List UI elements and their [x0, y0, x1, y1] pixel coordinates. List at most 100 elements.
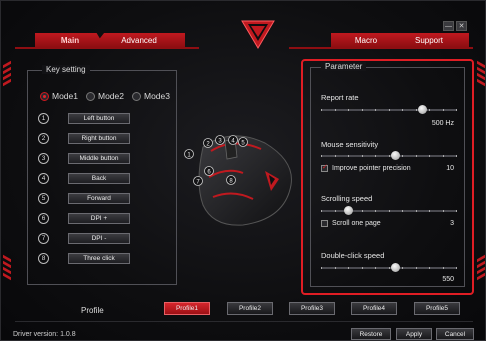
mode2-radio[interactable]: Mode2: [86, 91, 124, 101]
mouse-sensitivity-label: Mouse sensitivity: [321, 140, 379, 149]
slider-tick: [375, 267, 376, 269]
key-button-back[interactable]: Back: [68, 173, 130, 184]
restore-button[interactable]: Restore: [351, 328, 391, 340]
mode1-label: Mode1: [52, 91, 78, 101]
slider-tick: [361, 210, 363, 212]
tab-advanced[interactable]: Advanced: [93, 33, 185, 47]
checkbox-checked-icon: [321, 163, 328, 172]
profile-label: Profile: [81, 306, 104, 315]
scrolling-speed-slider[interactable]: [321, 206, 457, 215]
key-number: 7: [38, 233, 49, 244]
slider-tick: [348, 155, 349, 157]
key-button-dpi-minus[interactable]: DPI -: [68, 233, 130, 244]
nav-divider-left: [15, 47, 199, 49]
slider-tick: [429, 210, 430, 212]
key-row-2: 2 Right button: [38, 133, 130, 144]
mode3-label: Mode3: [144, 91, 170, 101]
mode3-radio[interactable]: Mode3: [132, 91, 170, 101]
slider-tick: [321, 155, 322, 157]
parameter-title: Parameter: [321, 62, 367, 71]
slider-tick: [415, 155, 417, 157]
slider-tick: [361, 109, 363, 111]
slider-tick: [348, 267, 349, 269]
slider-tick: [456, 109, 457, 111]
slider-tick: [334, 210, 336, 212]
key-row-3: 3 Middle button: [38, 153, 130, 164]
minimize-icon[interactable]: —: [443, 21, 454, 31]
apply-button[interactable]: Apply: [396, 328, 432, 340]
mode-selector: Mode1 Mode2 Mode3: [40, 91, 170, 101]
key-setting-panel: Key setting Mode1 Mode2 Mode3 1 Left but…: [27, 65, 177, 285]
key-button-forward[interactable]: Forward: [68, 193, 130, 204]
scrolling-speed-slider-thumb[interactable]: [344, 206, 353, 215]
key-button-three-click[interactable]: Three click: [68, 253, 130, 264]
key-button-left[interactable]: Left button: [68, 113, 130, 124]
double-click-speed-slider[interactable]: [321, 263, 457, 272]
mode2-label: Mode2: [98, 91, 124, 101]
parameter-panel-highlight: Parameter Report rate 500 Hz Mouse sensi…: [301, 59, 474, 295]
mode1-radio[interactable]: Mode1: [40, 91, 78, 101]
profile5-button[interactable]: Profile5: [414, 302, 460, 315]
slider-tick: [456, 267, 457, 269]
slider-tick: [442, 267, 444, 269]
profile1-button[interactable]: Profile1: [164, 302, 210, 315]
scrolling-speed-label: Scrolling speed: [321, 194, 373, 203]
improve-pointer-precision-checkbox[interactable]: Improve pointer precision: [321, 163, 411, 172]
slider-tick: [375, 210, 376, 212]
key-setting-title: Key setting: [42, 65, 90, 74]
slider-tick: [348, 109, 349, 111]
key-row-1: 1 Left button: [38, 113, 130, 124]
key-number: 4: [38, 173, 49, 184]
tab-support[interactable]: Support: [389, 33, 469, 47]
tab-main[interactable]: Main: [35, 33, 105, 47]
nav-divider-right: [289, 47, 473, 49]
slider-tick: [456, 155, 457, 157]
report-rate-slider-thumb[interactable]: [418, 105, 428, 114]
slider-tick: [442, 155, 444, 157]
slider-tick: [388, 210, 390, 212]
slider-tick: [388, 267, 390, 269]
double-click-speed-slider-thumb[interactable]: [391, 263, 401, 272]
slider-tick: [402, 267, 403, 269]
slider-tick: [375, 155, 376, 157]
mouse-sensitivity-slider-thumb[interactable]: [391, 151, 401, 160]
report-rate-label: Report rate: [321, 93, 359, 102]
slider-tick: [415, 267, 417, 269]
key-button-dpi-plus[interactable]: DPI +: [68, 213, 130, 224]
slider-tick: [361, 267, 363, 269]
slider-tick: [402, 155, 403, 157]
checkbox-icon: [321, 220, 328, 227]
profile2-button[interactable]: Profile2: [227, 302, 273, 315]
key-number: 8: [38, 253, 49, 264]
cancel-button[interactable]: Cancel: [436, 328, 474, 340]
top-navigation: Main Advanced Macro Support — ✕: [15, 11, 473, 55]
scrolling-speed-value: 3: [450, 220, 454, 227]
mouse-sensitivity-slider[interactable]: [321, 151, 457, 160]
slider-tick: [442, 109, 444, 111]
mouse-illustration: 1 2 3 4 5 6 7 8: [184, 135, 292, 226]
radio-icon: [86, 91, 95, 101]
app-window: Main Advanced Macro Support — ✕ Key sett…: [0, 0, 486, 341]
key-row-5: 5 Forward: [38, 193, 130, 204]
profile3-button[interactable]: Profile3: [289, 302, 335, 315]
key-button-right[interactable]: Right button: [68, 133, 130, 144]
key-button-middle[interactable]: Middle button: [68, 153, 130, 164]
report-rate-slider[interactable]: [321, 105, 457, 114]
double-click-speed-value: 550: [442, 276, 454, 283]
slider-tick: [375, 109, 376, 111]
v-logo-icon: [241, 20, 275, 49]
improve-pointer-precision-label: Improve pointer precision: [332, 165, 411, 172]
key-number: 2: [38, 133, 49, 144]
scroll-one-page-checkbox[interactable]: Scroll one page: [321, 220, 381, 227]
slider-tick: [334, 267, 336, 269]
close-icon[interactable]: ✕: [456, 21, 467, 31]
profile4-button[interactable]: Profile4: [351, 302, 397, 315]
key-number: 5: [38, 193, 49, 204]
double-click-speed-label: Double-click speed: [321, 251, 385, 260]
slider-tick: [442, 210, 444, 212]
slider-tick: [321, 109, 322, 111]
slider-tick: [402, 109, 403, 111]
slider-tick: [334, 109, 336, 111]
slider-tick: [429, 155, 430, 157]
key-number: 6: [38, 213, 49, 224]
